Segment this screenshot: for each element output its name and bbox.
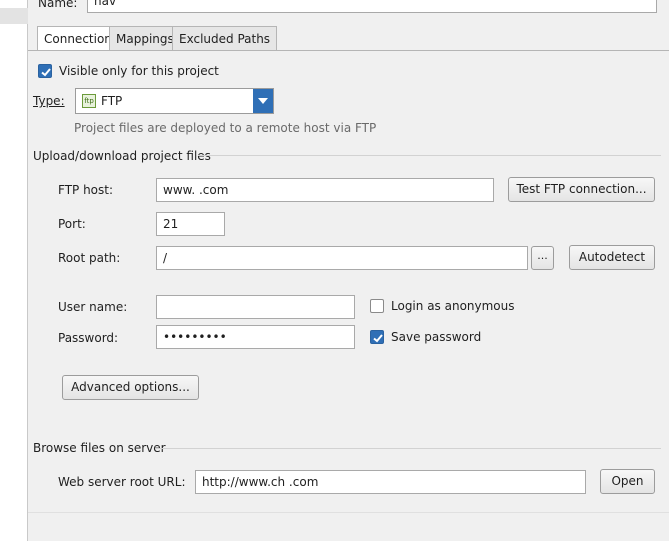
name-input[interactable]: nav [87,0,657,13]
chevron-down-icon[interactable] [253,89,273,113]
autodetect-button[interactable]: Autodetect [569,245,655,270]
checkmark-icon [373,334,383,343]
upload-section-title: Upload/download project files [33,149,211,163]
test-ftp-connection-button[interactable]: Test FTP connection... [508,177,655,202]
save-password-checkbox[interactable] [370,330,384,344]
type-description: Project files are deployed to a remote h… [74,121,377,135]
user-name-label: User name: [58,300,128,314]
bottom-divider [28,512,669,513]
root-path-label: Root path: [58,251,121,265]
type-value: FTP [101,94,123,108]
ftp-host-label: FTP host: [58,183,114,197]
password-label: Password: [58,331,119,345]
root-path-browse-button[interactable]: ... [531,246,554,270]
port-label: Port: [58,217,86,231]
tab-connection[interactable]: Connection [37,26,119,51]
type-label: Type: [33,94,65,108]
settings-panel: Name: nav Connection Mappings Excluded P… [28,0,669,541]
server-list-selected-item[interactable] [0,8,28,24]
tab-bar-border [28,50,669,51]
browse-section-separator [155,448,661,449]
save-password-label: Save password [391,330,482,344]
type-combobox[interactable]: ftp FTP [75,88,274,114]
web-root-url-input[interactable]: http://www.ch .com [195,470,586,494]
name-label: Name: [38,0,78,10]
web-root-url-label: Web server root URL: [58,475,186,489]
password-input[interactable]: ••••••••• [156,325,355,349]
login-anonymous-checkbox[interactable] [370,299,384,313]
root-path-input[interactable]: / [156,246,528,270]
visible-only-checkbox[interactable] [38,64,52,78]
server-list-strip[interactable] [0,0,28,541]
advanced-options-button[interactable]: Advanced options... [62,375,199,400]
browse-section-title: Browse files on server [33,441,166,455]
tab-mappings[interactable]: Mappings [109,26,181,50]
port-input[interactable]: 21 [156,212,225,236]
login-anonymous-label: Login as anonymous [391,299,515,313]
visible-only-label: Visible only for this project [59,64,219,78]
ftp-icon: ftp [82,94,96,108]
user-name-input[interactable] [156,295,355,319]
ftp-host-input[interactable]: www. .com [156,178,494,202]
checkmark-icon [41,68,51,77]
tab-excluded-paths[interactable]: Excluded Paths [172,26,278,50]
upload-section-separator [198,155,661,156]
open-button[interactable]: Open [600,469,655,494]
